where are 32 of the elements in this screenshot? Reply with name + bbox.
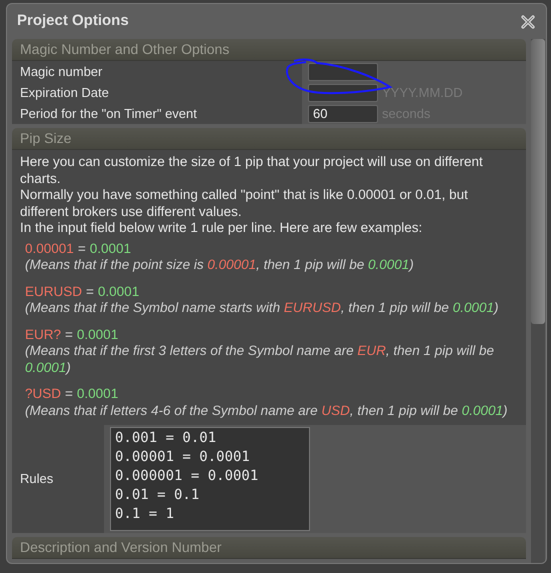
equals-sign: =	[78, 240, 86, 257]
input-field[interactable]	[308, 62, 378, 80]
example-explanation: (Means that if the first 3 letters of the Symbol name are EUR, then 1 pip will be 0.0001)	[25, 343, 495, 376]
rules-textarea[interactable]: 0.001 = 0.01 0.00001 = 0.0001 0.000001 = 0.0001 0.01 = 0.1 0.1 = 1	[110, 427, 310, 531]
rule-value: 0.0001	[76, 386, 118, 402]
description-text: Here you can customize the size of 1 pip that your project will use on different charts.	[20, 154, 484, 187]
example-explanation: (Means that if the Symbol name starts with EURUSD, then 1 pip will be 0.0001)	[25, 300, 500, 316]
section-header[interactable]: Description and Version Number	[12, 537, 526, 559]
section-header[interactable]: Pip Size	[12, 128, 526, 150]
description-text: In the input field below write 1 rule per line. Here are few examples:	[20, 220, 424, 236]
example-explanation: (Means that if letters 4-6 of the Symbol name are USD, then 1 pip will be 0.0001)	[25, 402, 509, 419]
scrollbar[interactable]	[531, 39, 545, 563]
field-label: Expiration Date	[20, 84, 109, 102]
description-text: Normally you have something called "point" that is like 0.00001 or 0.01, but different brokers use different values.	[20, 187, 469, 220]
rule-pattern: ?USD	[25, 386, 62, 402]
rule-pattern: EUR?	[25, 326, 62, 343]
section-header[interactable]: Magic Number and Other Options	[12, 39, 526, 61]
close-icon[interactable]	[520, 14, 536, 30]
window-title: Project Options	[17, 11, 129, 32]
equals-sign: =	[65, 326, 73, 343]
equals-sign: =	[86, 284, 94, 300]
rule-pattern: EURUSD	[25, 284, 82, 300]
example-explanation: (Means that if the point size is 0.00001, then 1 pip will be 0.0001)	[25, 257, 415, 274]
field-label: Magic number	[20, 62, 102, 81]
equals-sign: =	[65, 386, 73, 402]
rule-value: 0.0001	[76, 326, 118, 343]
field-label: Rules	[20, 470, 54, 488]
input-field[interactable]: 60	[308, 104, 378, 122]
rule-value: 0.0001	[98, 284, 140, 300]
rule-value: 0.0001	[90, 240, 131, 257]
rule-pattern: 0.00001	[25, 240, 74, 257]
field-label: Period for the "on Timer" event	[20, 104, 197, 123]
